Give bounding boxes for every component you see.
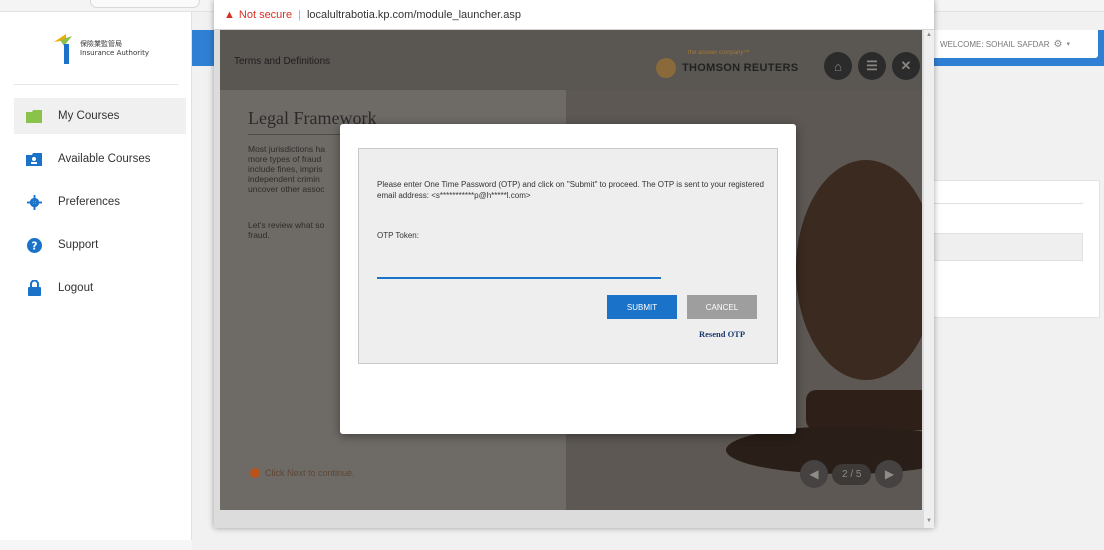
sidebar-item-label: Logout bbox=[58, 282, 94, 294]
not-secure-label[interactable]: Not secure bbox=[239, 9, 292, 21]
slide-pager: ◀ 2 / 5 ▶ bbox=[800, 460, 904, 488]
close-button[interactable]: ✕ bbox=[892, 52, 920, 80]
sidebar: 保險業監管局 Insurance Authority My Courses Av… bbox=[0, 12, 192, 550]
sidebar-item-logout[interactable]: Logout bbox=[14, 270, 186, 306]
home-button[interactable]: ⌂ bbox=[824, 52, 852, 80]
gear-icon bbox=[26, 194, 42, 210]
divider: | bbox=[298, 8, 301, 21]
sidebar-item-label: Preferences bbox=[58, 196, 121, 208]
welcome-text: WELCOME: SOHAIL SAFDAR bbox=[940, 39, 1050, 49]
menu-icon: ☰ bbox=[866, 58, 878, 73]
otp-message: Please enter One Time Password (OTP) and… bbox=[377, 180, 764, 200]
divider bbox=[14, 84, 178, 85]
menu-button[interactable]: ☰ bbox=[858, 52, 886, 80]
scroll-up-icon[interactable]: ▲ bbox=[924, 30, 934, 40]
home-icon: ⌂ bbox=[834, 58, 842, 74]
warning-icon: ▲ bbox=[224, 8, 235, 21]
logo-text-chinese: 保險業監管局 bbox=[80, 40, 122, 48]
slide-body-2: Let's review what so fraud. bbox=[248, 220, 325, 240]
gear-icon: ⚙ bbox=[1053, 38, 1063, 50]
click-next-text: Click Next to continue. bbox=[265, 468, 355, 478]
slide-body: Most jurisdictions ha more types of frau… bbox=[248, 144, 326, 194]
scrollbar[interactable]: ▲ ▼ bbox=[924, 30, 934, 528]
background-card bbox=[932, 180, 1100, 318]
info-icon bbox=[250, 468, 260, 478]
user-menu[interactable]: WELCOME: SOHAIL SAFDAR ⚙ ▾ bbox=[930, 30, 1098, 58]
sidebar-item-label: Support bbox=[58, 239, 99, 251]
close-icon: ✕ bbox=[900, 58, 912, 73]
insurance-authority-logo[interactable]: 保險業監管局 Insurance Authority bbox=[52, 28, 172, 72]
logo-mark-icon bbox=[54, 34, 72, 64]
otp-modal: Please enter One Time Password (OTP) and… bbox=[340, 124, 796, 434]
folder-icon bbox=[26, 108, 42, 124]
otp-token-input[interactable] bbox=[377, 257, 661, 279]
next-slide-button[interactable]: ▶ bbox=[875, 460, 904, 488]
scroll-down-icon[interactable]: ▼ bbox=[924, 516, 934, 526]
page-indicator: 2 / 5 bbox=[832, 463, 872, 485]
cancel-button[interactable]: CANCEL bbox=[687, 295, 757, 319]
chevron-down-icon: ▾ bbox=[1066, 41, 1070, 48]
sidebar-item-label: Available Courses bbox=[58, 153, 151, 165]
logo-text-english: Insurance Authority bbox=[80, 49, 149, 57]
module-title: Terms and Definitions bbox=[234, 56, 331, 67]
otp-token-label: OTP Token: bbox=[377, 231, 419, 240]
chevron-left-icon: ◀ bbox=[809, 467, 819, 481]
submit-button[interactable]: SUBMIT bbox=[607, 295, 677, 319]
thomson-reuters-mark-icon bbox=[656, 58, 676, 78]
sidebar-item-available-courses[interactable]: Available Courses bbox=[14, 141, 186, 177]
previous-slide-button[interactable]: ◀ bbox=[800, 460, 828, 488]
sidebar-item-support[interactable]: ? Support bbox=[14, 227, 186, 263]
click-next-hint: Click Next to continue. bbox=[250, 468, 355, 478]
sidebar-item-label: My Courses bbox=[58, 110, 120, 122]
sidebar-nav: My Courses Available Courses Preferences… bbox=[14, 98, 186, 313]
folder-person-icon bbox=[26, 151, 42, 167]
chevron-right-icon: ▶ bbox=[884, 467, 895, 481]
brand-tagline: the answer company™ bbox=[688, 50, 750, 56]
course-header: Terms and Definitions the answer company… bbox=[220, 30, 922, 90]
thomson-reuters-logo: THOMSON REUTERS bbox=[656, 58, 798, 78]
question-icon: ? bbox=[26, 237, 42, 253]
sidebar-item-preferences[interactable]: Preferences bbox=[14, 184, 186, 220]
url-text[interactable]: localultrabotia.kp.com/module_launcher.a… bbox=[307, 9, 521, 21]
otp-panel: Please enter One Time Password (OTP) and… bbox=[358, 148, 778, 364]
svg-text:?: ? bbox=[31, 240, 37, 252]
lock-icon bbox=[26, 280, 42, 296]
resend-otp-link[interactable]: Resend OTP bbox=[699, 329, 745, 339]
brand-name: THOMSON REUTERS bbox=[682, 62, 799, 74]
sidebar-item-my-courses[interactable]: My Courses bbox=[14, 98, 186, 134]
address-bar[interactable]: ▲ Not secure | localultrabotia.kp.com/mo… bbox=[214, 0, 934, 30]
